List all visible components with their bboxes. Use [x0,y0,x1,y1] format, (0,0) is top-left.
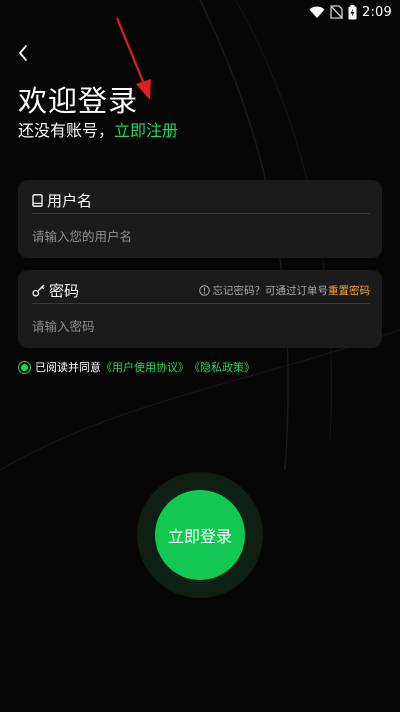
username-label: 用户名 [47,191,93,210]
privacy-policy-link[interactable]: 《隐私政策》 [189,359,255,375]
key-icon [32,284,45,297]
register-prompt: 还没有账号，立即注册 [18,117,178,141]
username-input[interactable] [32,222,370,250]
login-screen: 2:09 欢迎登录 还没有账号，立即注册 用户名 请输入您的用户名 密码 忘记密… [0,0,400,712]
password-input[interactable] [32,312,370,340]
forgot-password: 忘记密码？可通过订单号 重置密码 [198,283,370,298]
register-link[interactable]: 立即注册 [114,121,178,140]
divider [32,213,370,214]
status-icons: 2:09 [309,3,392,21]
agreement-checkbox[interactable] [18,360,31,374]
login-button[interactable]: 立即登录 [155,490,245,580]
password-card: 密码 忘记密码？可通过订单号 重置密码 [18,270,382,348]
chevron-left-icon [19,45,27,61]
reset-password-link[interactable]: 重置密码 [328,283,370,298]
password-label: 密码 [49,281,80,300]
divider [32,303,370,304]
username-header: 用户名 [32,188,370,212]
status-time: 2:09 [362,4,392,20]
register-prompt-text: 还没有账号， [18,121,115,140]
back-button[interactable] [10,40,36,66]
user-agreement-link[interactable]: 《用户使用协议》 [101,359,189,375]
status-bar: 2:09 [0,0,400,24]
username-card: 用户名 [18,180,382,258]
agreement-text: 已阅读并同意 [35,361,101,374]
agreement-row: 已阅读并同意 《用户使用协议》 《隐私政策》 [18,359,255,375]
page-title: 欢迎登录 [18,84,139,118]
wifi-icon [309,6,325,18]
battery-charging-icon [348,4,357,19]
phone-icon [32,193,43,207]
no-sim-icon [330,5,343,19]
password-header: 密码 忘记密码？可通过订单号 重置密码 [32,278,370,302]
forgot-password-text: 忘记密码？可通过订单号 [212,284,329,297]
info-icon [198,284,210,296]
